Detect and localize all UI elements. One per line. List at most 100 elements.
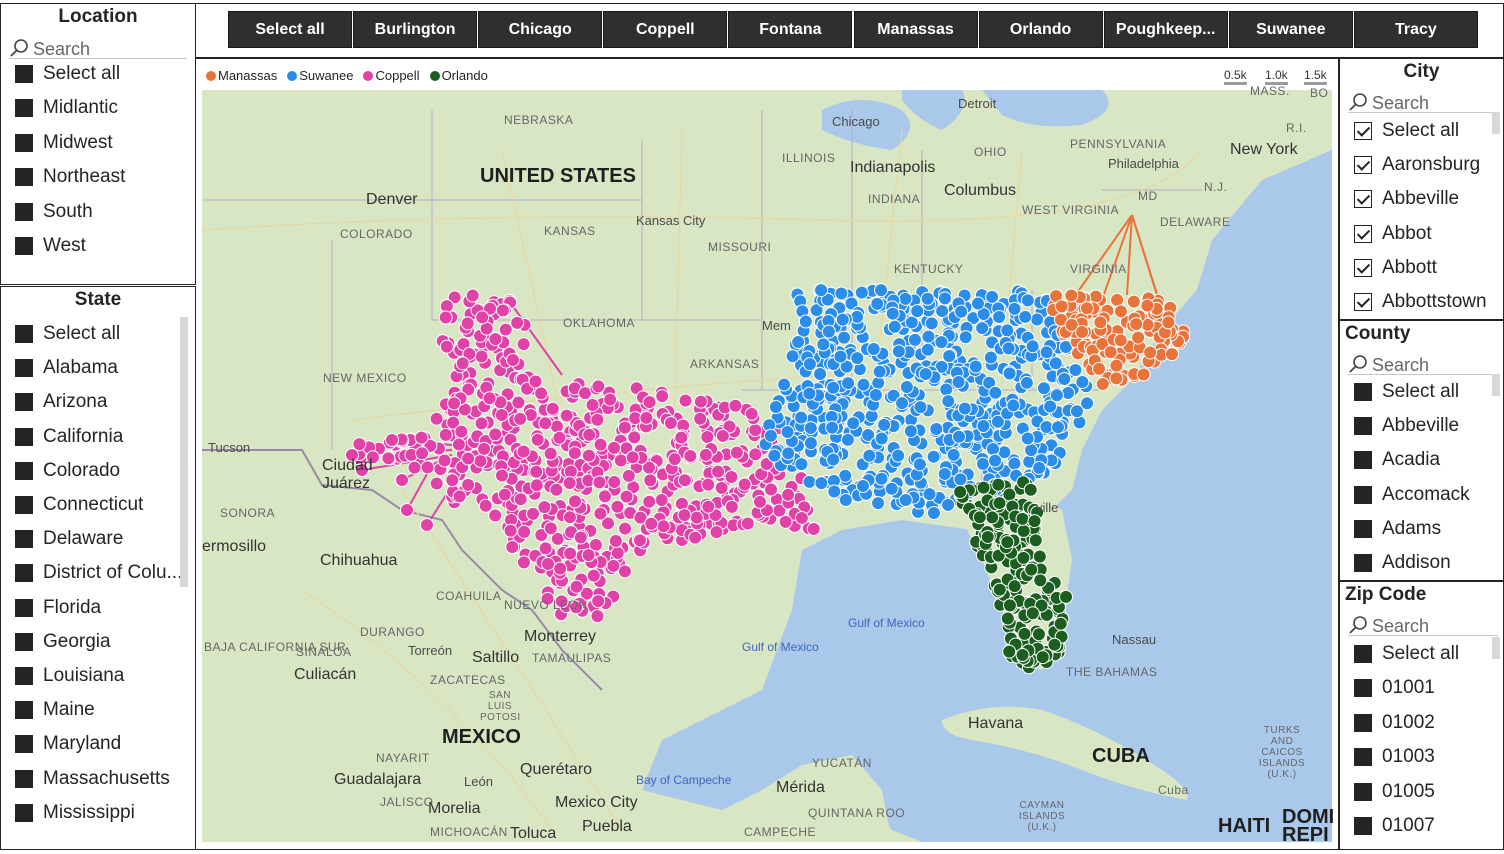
coppell-location-point[interactable] xyxy=(439,339,454,354)
coppell-location-point[interactable] xyxy=(498,322,513,337)
state-item[interactable]: Georgia xyxy=(15,629,111,655)
suwanee-location-point[interactable] xyxy=(813,367,828,382)
suwanee-location-point[interactable] xyxy=(785,349,800,364)
coppell-location-point[interactable] xyxy=(639,410,654,425)
city-button[interactable]: Tracy xyxy=(1353,11,1478,48)
coppell-location-point[interactable] xyxy=(529,464,544,479)
orlando-location-point[interactable] xyxy=(985,510,1000,525)
manassas-location-point[interactable] xyxy=(1075,325,1090,340)
manassas-location-point[interactable] xyxy=(1079,301,1094,316)
suwanee-location-point[interactable] xyxy=(1048,356,1063,371)
manassas-location-point[interactable] xyxy=(1092,361,1107,376)
suwanee-location-point[interactable] xyxy=(946,447,961,462)
coppell-location-point[interactable] xyxy=(517,524,532,539)
coppell-location-point[interactable] xyxy=(553,561,568,576)
checkbox-icon[interactable] xyxy=(15,632,33,651)
state-item[interactable]: California xyxy=(15,424,123,450)
coppell-location-point[interactable] xyxy=(549,482,564,497)
suwanee-location-point[interactable] xyxy=(1069,404,1084,419)
suwanee-location-point[interactable] xyxy=(768,400,783,415)
manassas-location-point[interactable] xyxy=(1143,345,1158,360)
state-item[interactable]: Select all xyxy=(15,321,120,347)
coppell-location-point[interactable] xyxy=(677,473,692,488)
coppell-location-point[interactable] xyxy=(748,423,763,438)
coppell-location-point[interactable] xyxy=(545,401,560,416)
coppell-location-point[interactable] xyxy=(420,518,434,532)
coppell-location-point[interactable] xyxy=(591,594,606,609)
checkbox-checked-icon[interactable] xyxy=(1354,293,1372,311)
zip-item[interactable]: 01007 xyxy=(1354,813,1435,839)
city-item[interactable]: Abbott xyxy=(1354,255,1437,281)
coppell-location-point[interactable] xyxy=(400,503,414,517)
suwanee-location-point[interactable] xyxy=(1020,431,1035,446)
suwanee-location-point[interactable] xyxy=(798,314,813,329)
coppell-location-point[interactable] xyxy=(543,446,558,461)
suwanee-location-point[interactable] xyxy=(937,291,952,306)
county-item[interactable]: Accomack xyxy=(1354,482,1470,508)
orlando-location-point[interactable] xyxy=(1024,562,1039,577)
legend-item[interactable]: Suwanee xyxy=(287,68,353,83)
orlando-location-point[interactable] xyxy=(1031,627,1046,642)
coppell-location-point[interactable] xyxy=(567,446,582,461)
suwanee-location-point[interactable] xyxy=(1039,345,1054,360)
coppell-location-point[interactable] xyxy=(621,468,636,483)
suwanee-location-point[interactable] xyxy=(957,401,972,416)
coppell-location-point[interactable] xyxy=(529,478,544,493)
suwanee-location-point[interactable] xyxy=(767,448,782,463)
coppell-location-point[interactable] xyxy=(494,408,509,423)
coppell-location-point[interactable] xyxy=(438,310,453,325)
coppell-location-point[interactable] xyxy=(478,498,493,513)
suwanee-location-point[interactable] xyxy=(937,466,952,481)
coppell-location-point[interactable] xyxy=(460,316,475,331)
coppell-location-point[interactable] xyxy=(613,453,628,468)
suwanee-location-point[interactable] xyxy=(862,448,877,463)
coppell-location-point[interactable] xyxy=(744,406,759,421)
orlando-location-point[interactable] xyxy=(1028,533,1043,548)
city-item[interactable]: Select all xyxy=(1354,118,1459,144)
coppell-location-point[interactable] xyxy=(748,447,763,462)
suwanee-location-point[interactable] xyxy=(1068,363,1083,378)
manassas-location-point[interactable] xyxy=(1161,315,1176,330)
suwanee-location-point[interactable] xyxy=(929,422,944,437)
suwanee-location-point[interactable] xyxy=(895,396,910,411)
orlando-location-point[interactable] xyxy=(991,477,1006,492)
coppell-location-point[interactable] xyxy=(593,437,608,452)
zip-search-input[interactable]: Search xyxy=(1348,612,1498,636)
state-item[interactable]: Colorado xyxy=(15,458,120,484)
coppell-location-point[interactable] xyxy=(429,411,444,426)
coppell-location-point[interactable] xyxy=(534,386,549,401)
coppell-location-point[interactable] xyxy=(610,546,625,561)
suwanee-location-point[interactable] xyxy=(874,431,889,446)
suwanee-location-point[interactable] xyxy=(1025,339,1040,354)
coppell-location-point[interactable] xyxy=(461,477,476,492)
legend-item[interactable]: Coppell xyxy=(363,68,420,83)
coppell-location-point[interactable] xyxy=(607,474,622,489)
city-button[interactable]: Poughkeep... xyxy=(1103,11,1228,48)
checkbox-icon[interactable] xyxy=(15,461,33,480)
coppell-location-point[interactable] xyxy=(516,555,531,570)
coppell-location-point[interactable] xyxy=(552,430,567,445)
checkbox-icon[interactable] xyxy=(1354,383,1372,401)
orlando-location-point[interactable] xyxy=(1047,637,1062,652)
county-item[interactable]: Abbeville xyxy=(1354,413,1459,439)
suwanee-location-point[interactable] xyxy=(1000,323,1015,338)
coppell-location-point[interactable] xyxy=(642,395,657,410)
checkbox-checked-icon[interactable] xyxy=(1354,258,1372,277)
county-item[interactable]: Adams xyxy=(1354,516,1441,542)
coppell-location-point[interactable] xyxy=(451,437,466,452)
manassas-location-point[interactable] xyxy=(1131,330,1146,345)
coppell-location-point[interactable] xyxy=(543,521,558,536)
coppell-location-point[interactable] xyxy=(728,398,743,413)
coppell-location-point[interactable] xyxy=(724,499,739,514)
checkbox-icon[interactable] xyxy=(1354,451,1372,470)
suwanee-location-point[interactable] xyxy=(934,335,949,350)
checkbox-icon[interactable] xyxy=(1354,713,1372,732)
suwanee-location-point[interactable] xyxy=(1036,381,1051,396)
suwanee-location-point[interactable] xyxy=(926,449,941,464)
location-item[interactable]: Midlantic xyxy=(15,95,118,121)
suwanee-location-point[interactable] xyxy=(903,424,918,439)
orlando-location-point[interactable] xyxy=(992,496,1007,511)
suwanee-location-point[interactable] xyxy=(841,376,856,391)
zip-item[interactable]: Select all xyxy=(1354,641,1459,667)
suwanee-location-point[interactable] xyxy=(827,484,842,499)
